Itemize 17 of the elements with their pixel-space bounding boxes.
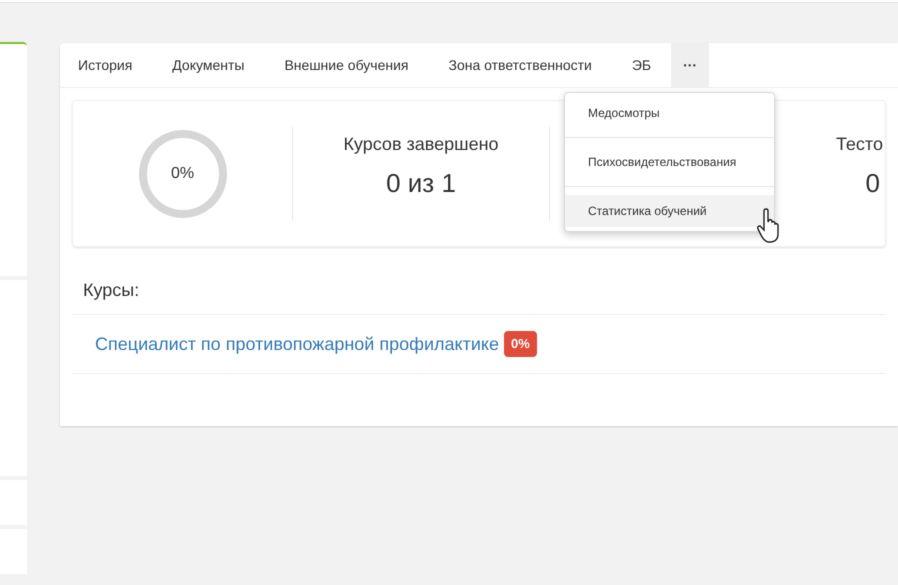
menu-item[interactable]: Статистика обучений: [565, 195, 774, 227]
section-title: Курсы:: [83, 280, 140, 300]
percent-badge: 0%: [504, 331, 537, 357]
menu-item[interactable]: Медосмотры: [565, 97, 774, 129]
tab[interactable]: Внешние обучения: [264, 43, 428, 87]
tab[interactable]: Зона ответственности: [428, 43, 612, 87]
stat-value: 0 из 1: [386, 166, 456, 200]
stat-value: 0: [866, 166, 880, 200]
tab[interactable]: Документы: [152, 43, 264, 87]
tab[interactable]: ···: [671, 43, 710, 87]
menu-item[interactable]: Психосвидетельствования: [565, 146, 774, 178]
tab[interactable]: История: [66, 43, 152, 87]
stat-title: Курсов завершено: [343, 132, 499, 156]
progress-percent: 0%: [170, 164, 194, 184]
course-link[interactable]: Специалист по противопожарной профилактике: [95, 330, 499, 358]
tab[interactable]: ЭБ: [612, 43, 672, 87]
stat-title: Тесто: [836, 132, 883, 156]
